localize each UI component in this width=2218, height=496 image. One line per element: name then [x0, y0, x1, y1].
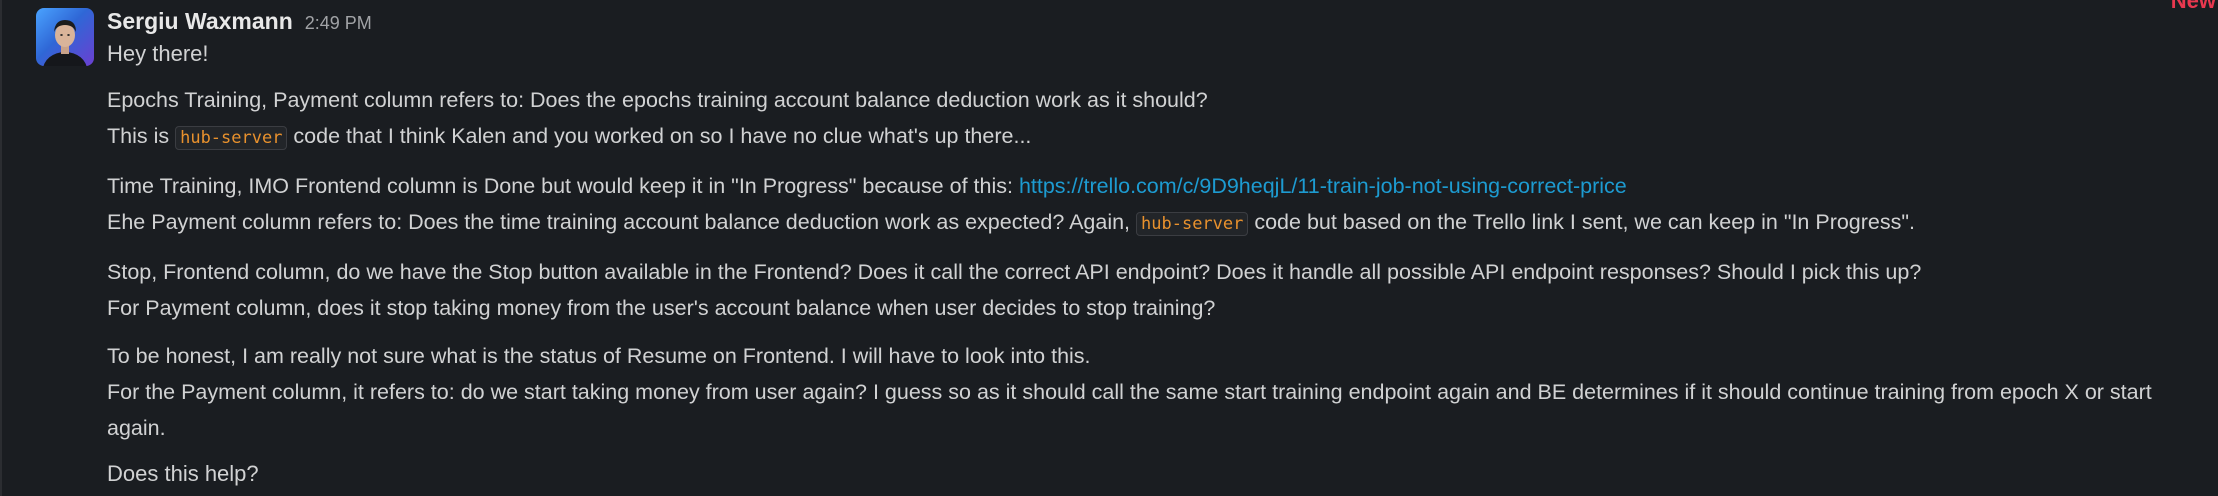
paragraph-time-training: Time Training, IMO Frontend column is Do…	[107, 168, 2198, 242]
text-span: code but based on the Trello link I sent…	[1248, 210, 1915, 234]
paragraph-line: Time Training, IMO Frontend column is Do…	[107, 168, 2198, 204]
sender-name[interactable]: Sergiu Waxmann	[107, 8, 293, 35]
greeting-text: Hey there!	[107, 41, 209, 66]
avatar[interactable]	[36, 8, 94, 66]
paragraph-line: For Payment column, does it stop taking …	[107, 296, 1216, 320]
paragraph-line: Stop, Frontend column, do we have the St…	[107, 260, 1922, 284]
paragraph-line: Epochs Training, Payment column refers t…	[107, 88, 1208, 112]
paragraph-line: For the Payment column, it refers to: do…	[107, 380, 2152, 440]
text-span: Ehe Payment column refers to: Does the t…	[107, 210, 1137, 234]
closing-question: Does this help?	[107, 461, 259, 486]
paragraph-stop: Stop, Frontend column, do we have the St…	[107, 254, 2198, 326]
paragraph-line: Ehe Payment column refers to: Does the t…	[107, 204, 2198, 242]
paragraph-resume: To be honest, I am really not sure what …	[107, 338, 2198, 446]
message-header: Sergiu Waxmann 2:49 PM	[107, 8, 2198, 38]
paragraph-line: To be honest, I am really not sure what …	[107, 344, 1091, 368]
person-avatar-icon	[43, 20, 87, 66]
trello-link[interactable]: https://trello.com/c/9D9heqjL/11-train-j…	[1019, 174, 1627, 198]
inline-code: hub-server	[1136, 212, 1249, 236]
paragraph-line: This is hub-server code that I think Kal…	[107, 118, 2198, 156]
left-divider	[0, 0, 2, 496]
paragraph-epochs: Epochs Training, Payment column refers t…	[107, 82, 2198, 156]
text-span: code that I think Kalen and you worked o…	[287, 124, 1032, 148]
text-span: This is	[107, 124, 176, 148]
inline-code: hub-server	[175, 126, 288, 150]
text-span: Time Training, IMO Frontend column is Do…	[107, 174, 1019, 198]
message-body: Sergiu Waxmann 2:49 PM Hey there! Epochs…	[107, 8, 2198, 490]
message[interactable]: Sergiu Waxmann 2:49 PM Hey there! Epochs…	[36, 8, 2198, 490]
timestamp[interactable]: 2:49 PM	[305, 13, 372, 34]
